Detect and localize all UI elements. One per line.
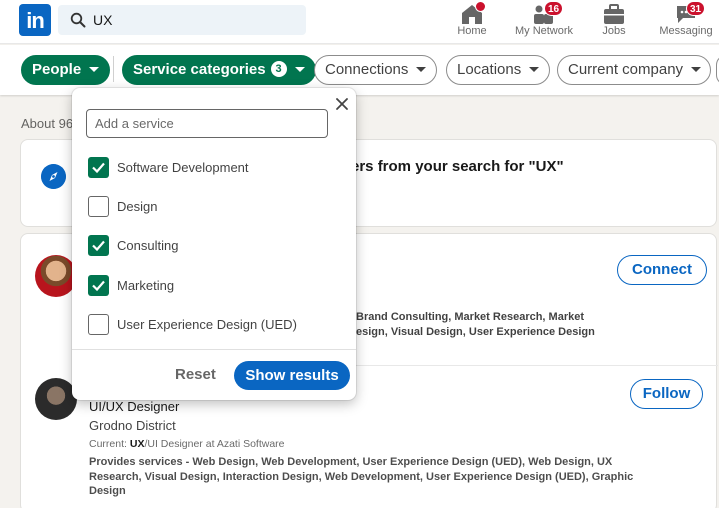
avatar[interactable] bbox=[35, 378, 77, 420]
nav-home-label: Home bbox=[457, 25, 487, 37]
person2-location: Grodno District bbox=[89, 418, 176, 433]
dropdown-divider bbox=[72, 349, 356, 350]
nav-home[interactable]: Home bbox=[447, 0, 497, 44]
option-design[interactable]: Design bbox=[88, 196, 338, 218]
option-label: Marketing bbox=[117, 278, 175, 293]
checkbox-checked-icon[interactable] bbox=[88, 275, 109, 296]
filter-connections[interactable]: Connections bbox=[314, 55, 438, 85]
filter-service-categories-label: Service categories bbox=[133, 61, 266, 78]
nav-jobs-label: Jobs bbox=[602, 25, 626, 37]
person2-headline: UI/UX Designer bbox=[89, 399, 180, 414]
filter-current-company[interactable]: Current company bbox=[557, 55, 711, 85]
filter-connections-label: Connections bbox=[325, 61, 409, 78]
filter-current-company-label: Current company bbox=[568, 61, 684, 78]
search-bar[interactable]: UX bbox=[58, 5, 306, 35]
nav-jobs[interactable]: Jobs bbox=[594, 0, 634, 44]
option-label: User Experience Design (UED) bbox=[117, 317, 297, 332]
option-label: Consulting bbox=[117, 238, 179, 253]
avatar[interactable] bbox=[35, 255, 77, 297]
filter-people-label: People bbox=[32, 61, 82, 78]
nav-messaging[interactable]: 31 Messaging bbox=[654, 0, 718, 44]
promo-text: ers from your search for "UX" bbox=[351, 158, 564, 175]
option-user-experience-design[interactable]: User Experience Design (UED) bbox=[88, 314, 338, 336]
option-marketing[interactable]: Marketing bbox=[88, 275, 338, 297]
nav-messaging-label: Messaging bbox=[659, 25, 713, 37]
checkbox-checked-icon[interactable] bbox=[88, 157, 109, 178]
filter-service-categories[interactable]: Service categories 3 bbox=[122, 55, 316, 85]
network-badge: 16 bbox=[544, 1, 564, 16]
option-label: Design bbox=[117, 199, 158, 214]
nav-my-network[interactable]: 16 My Network bbox=[508, 0, 580, 44]
current-highlight: UX bbox=[129, 438, 145, 450]
person2-services: Provides services - Web Design, Web Deve… bbox=[89, 456, 634, 497]
current-rest: /UI Designer at Azati Software bbox=[144, 438, 285, 450]
reset-button[interactable]: Reset bbox=[175, 366, 216, 383]
compass-icon bbox=[41, 164, 66, 189]
caret-down-icon bbox=[529, 66, 540, 72]
close-icon[interactable] bbox=[334, 96, 350, 112]
option-consulting[interactable]: Consulting bbox=[88, 235, 338, 257]
option-label: Software Development bbox=[117, 160, 249, 175]
person2-current-position: Current: UX/UI Designer at Azati Softwar… bbox=[89, 438, 285, 450]
checkbox-unchecked-icon[interactable] bbox=[88, 196, 109, 217]
option-software-development[interactable]: Software Development bbox=[88, 157, 338, 179]
filter-divider bbox=[113, 56, 114, 82]
filter-people[interactable]: People bbox=[21, 55, 111, 85]
caret-down-icon bbox=[89, 66, 100, 72]
caret-down-icon bbox=[416, 66, 427, 72]
top-navigation: in UX Home 16 My Network Jobs 31 Messagi… bbox=[0, 0, 719, 44]
filter-count-badge: 3 bbox=[270, 61, 287, 78]
show-results-button[interactable]: Show results bbox=[234, 361, 350, 390]
follow-button[interactable]: Follow bbox=[630, 379, 703, 409]
caret-down-icon bbox=[691, 66, 702, 72]
search-icon bbox=[70, 12, 86, 28]
results-count: About 96 bbox=[21, 116, 74, 131]
add-service-input[interactable]: Add a service bbox=[86, 109, 328, 138]
person1-services-text: Brand Consulting, Market Research, Marke… bbox=[356, 311, 595, 338]
checkbox-checked-icon[interactable] bbox=[88, 235, 109, 256]
connect-button[interactable]: Connect bbox=[617, 255, 707, 285]
search-input[interactable]: UX bbox=[93, 12, 112, 28]
caret-down-icon bbox=[294, 66, 305, 72]
filter-locations-label: Locations bbox=[457, 61, 522, 78]
notification-dot bbox=[475, 1, 486, 12]
briefcase-icon bbox=[604, 4, 624, 24]
linkedin-logo[interactable]: in bbox=[19, 4, 51, 36]
person1-services: Brand Consulting, Market Research, Marke… bbox=[356, 310, 656, 340]
messaging-badge: 31 bbox=[686, 1, 706, 16]
nav-my-network-label: My Network bbox=[514, 25, 574, 37]
checkbox-unchecked-icon[interactable] bbox=[88, 314, 109, 335]
service-categories-dropdown: Add a service Software Development Desig… bbox=[72, 88, 356, 400]
current-prefix: Current: bbox=[89, 438, 130, 450]
filter-locations[interactable]: Locations bbox=[446, 55, 551, 85]
